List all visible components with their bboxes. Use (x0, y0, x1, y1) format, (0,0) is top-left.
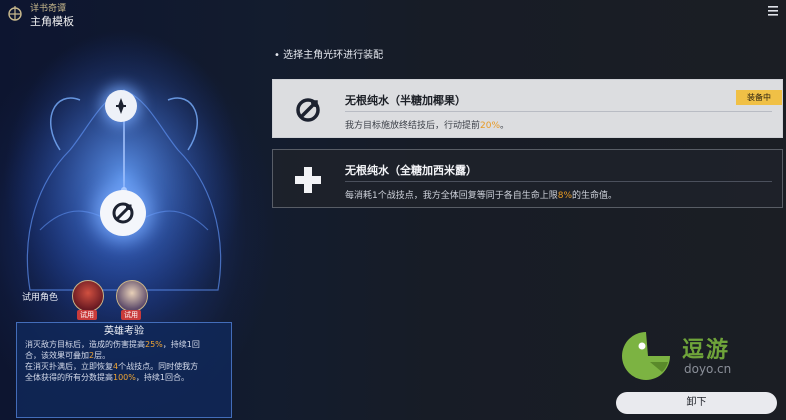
hero-trial-line-4: 全体获得的所有分数提高100%，持续1回合。 (25, 373, 189, 382)
trial-character-avatar-1[interactable] (72, 280, 104, 312)
header-subtitle: 详书奇谭 (30, 4, 67, 14)
trial-badge-2: 试用 (121, 310, 141, 320)
sword-emblem-icon (116, 98, 126, 114)
page-title: 主角模板 (30, 15, 74, 28)
swirl-arrow-icon (112, 202, 134, 224)
crown-logo-icon (8, 6, 22, 21)
watermark-text-cn: 逗游 (682, 338, 731, 363)
equipped-badge: 装备中 (736, 90, 782, 105)
site-watermark: 逗游 doyo.cn (618, 326, 758, 386)
plus-cross-icon (291, 163, 325, 197)
hero-trial-line-2: 合，该效果可叠加2层。 (25, 351, 111, 360)
aura-option-2[interactable]: 无根纯水（全糖加西米露） 每消耗1个战技点，我方全体回复等同于各自生命上限8%的… (272, 149, 783, 208)
hero-trial-panel: 英雄考验 消灭敌方目标后，造成的伤害提高25%，持续1回 合，该效果可叠加2层。… (16, 322, 232, 418)
path-node-top[interactable] (105, 90, 137, 122)
hero-trial-line-1: 消灭敌方目标后，造成的伤害提高25%，持续1回 (25, 340, 200, 349)
hero-trial-title: 英雄考验 (104, 326, 144, 337)
trial-badge-1: 试用 (77, 310, 97, 320)
trial-characters-label: 试用角色 (22, 293, 59, 303)
watermark-text-en: doyo.cn (684, 362, 732, 376)
aura-option-2-desc: 每消耗1个战技点，我方全体回复等同于各自生命上限8%的生命值。 (345, 191, 618, 201)
menu-icon[interactable] (766, 4, 780, 18)
instruction-text: • 选择主角光环进行装配 (274, 50, 384, 61)
aura-option-2-name: 无根纯水（全糖加西米露） (345, 164, 477, 177)
aura-option-1-name: 无根纯水（半糖加椰果） (345, 94, 466, 107)
aura-option-1-desc: 我方目标施放终结技后，行动提前20%。 (345, 121, 510, 131)
divider (345, 111, 772, 112)
watermark-logo-icon (622, 332, 670, 380)
header: 详书奇谭 主角模板 (6, 4, 74, 29)
swirl-arrow-icon (291, 93, 325, 127)
trial-character-avatar-2[interactable] (116, 280, 148, 312)
hero-trial-line-3: 在消灭扑满后，立即恢复4个战技点。同时使我方 (25, 362, 199, 371)
aura-option-1[interactable]: 无根纯水（半糖加椰果） 我方目标施放终结技后，行动提前20%。 装备中 (272, 79, 783, 138)
path-node-selected[interactable] (100, 190, 146, 236)
unequip-button[interactable]: 卸下 (616, 392, 777, 414)
divider (345, 181, 772, 182)
